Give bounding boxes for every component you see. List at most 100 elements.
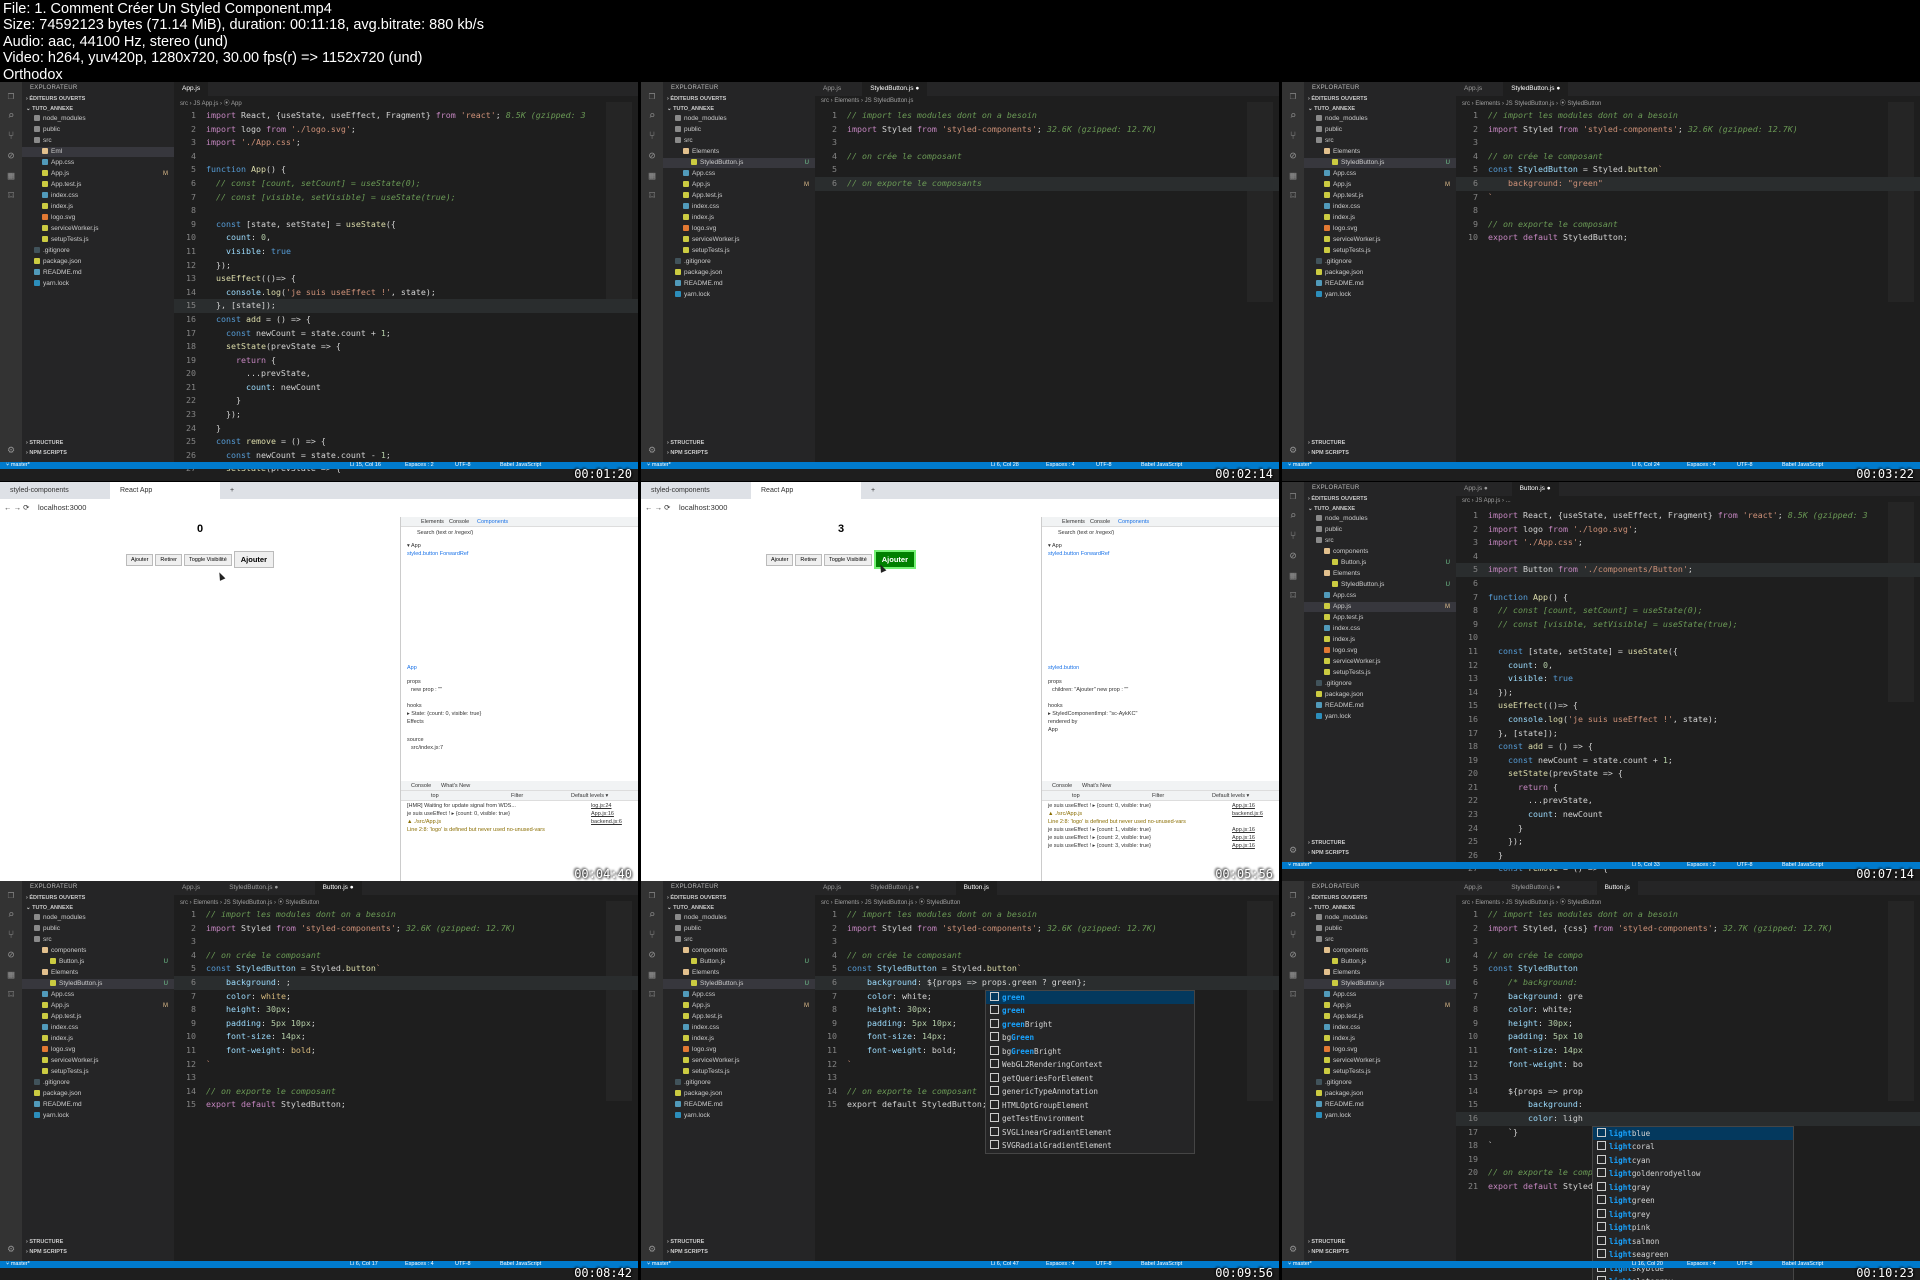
debug-icon[interactable]: ⊘: [1287, 150, 1299, 162]
open-editors-section[interactable]: › ÉDITEURS OUVERTS: [1308, 496, 1367, 502]
autocomplete-item[interactable]: bgGreenBright: [986, 1045, 1194, 1059]
file-tree-item[interactable]: public: [1304, 125, 1456, 135]
indentation[interactable]: Espaces : 4: [1687, 462, 1716, 469]
file-tree-item[interactable]: logo.svg: [1304, 1045, 1456, 1055]
console-filter[interactable]: Filter: [511, 793, 523, 799]
console-levels[interactable]: Default levels ▾: [571, 793, 608, 799]
file-tree-item[interactable]: src: [663, 136, 815, 146]
styled-add-button[interactable]: Ajouter: [233, 551, 274, 568]
source-control-icon[interactable]: ⑂: [5, 929, 17, 941]
autocomplete-item[interactable]: bgGreen: [986, 1031, 1194, 1045]
bookmark-icon[interactable]: ⌑: [1287, 190, 1299, 202]
editor-tab[interactable]: Button.js: [955, 881, 997, 895]
editor-tab[interactable]: App.js: [174, 82, 209, 96]
encoding[interactable]: UTF-8: [1096, 462, 1112, 469]
autocomplete-item[interactable]: lightgray: [1593, 1181, 1793, 1195]
open-editors-section[interactable]: › ÉDITEURS OUVERTS: [1308, 96, 1367, 102]
browser-tab[interactable]: styled-components: [0, 482, 110, 499]
editor-tab[interactable]: StyledButton.js ●: [862, 82, 928, 96]
file-tree-item[interactable]: .gitignore: [1304, 257, 1456, 267]
autocomplete-item[interactable]: lightslategray: [1593, 1275, 1793, 1280]
file-tree-item[interactable]: node_modules: [22, 913, 174, 923]
code-editor[interactable]: App.js StyledButton.js ● src › Elements › …: [1456, 82, 1920, 462]
autocomplete-item[interactable]: genericTypeAnnotation: [986, 1085, 1194, 1099]
settings-gear-icon[interactable]: ⚙: [1287, 844, 1299, 856]
editor-tab[interactable]: App.js: [1456, 82, 1490, 96]
file-tree-item[interactable]: package.json: [1304, 1089, 1456, 1099]
file-tree-item[interactable]: index.js: [22, 202, 174, 212]
editor-tab[interactable]: StyledButton.js ●: [1503, 82, 1569, 96]
indentation[interactable]: Espaces : 4: [405, 1261, 434, 1268]
file-tree-item[interactable]: StyledButton.js U: [663, 979, 815, 989]
project-section[interactable]: ⌄ TUTO_ANNEXE: [1308, 506, 1355, 512]
file-tree-item[interactable]: components: [22, 946, 174, 956]
explorer-icon[interactable]: ❐: [1287, 889, 1299, 901]
file-tree-item[interactable]: index.css: [22, 1023, 174, 1033]
autocomplete-item[interactable]: green: [986, 1004, 1194, 1018]
file-tree-item[interactable]: App.test.js: [1304, 613, 1456, 623]
console-log-source[interactable]: log.js:24: [591, 803, 612, 809]
file-tree-item[interactable]: App.js M: [22, 169, 174, 179]
file-tree-item[interactable]: index.js: [22, 1034, 174, 1044]
settings-gear-icon[interactable]: ⚙: [1287, 444, 1299, 456]
file-tree-item[interactable]: public: [1304, 924, 1456, 934]
file-tree-item[interactable]: public: [663, 125, 815, 135]
file-tree-item[interactable]: setupTests.js: [1304, 246, 1456, 256]
code-editor[interactable]: App.js StyledButton.js ● Button.js ● src › …: [174, 881, 638, 1261]
console-context[interactable]: top: [1072, 793, 1080, 799]
file-tree-item[interactable]: StyledButton.js U: [1304, 979, 1456, 989]
file-tree-item[interactable]: App.js M: [663, 1001, 815, 1011]
source-control-icon[interactable]: ⑂: [1287, 530, 1299, 542]
npm-scripts-section[interactable]: › NPM SCRIPTS: [1308, 1249, 1349, 1255]
autocomplete-item[interactable]: SVGRadialGradientElement: [986, 1139, 1194, 1153]
file-tree-item[interactable]: Button.js U: [1304, 957, 1456, 967]
file-tree-item[interactable]: index.css: [22, 191, 174, 201]
debug-icon[interactable]: ⊘: [5, 150, 17, 162]
indentation[interactable]: Espaces : 2: [405, 462, 434, 469]
file-tree-item[interactable]: App.css: [22, 990, 174, 1000]
encoding[interactable]: UTF-8: [1737, 862, 1753, 869]
file-tree-item[interactable]: setupTests.js: [1304, 668, 1456, 678]
file-tree-item[interactable]: setupTests.js: [22, 235, 174, 245]
file-tree-item[interactable]: .gitignore: [22, 1078, 174, 1088]
encoding[interactable]: UTF-8: [1737, 462, 1753, 469]
component-search[interactable]: Search (text or /regex/): [417, 530, 473, 536]
file-tree-item[interactable]: README.md: [22, 268, 174, 278]
extensions-icon[interactable]: ▦: [1287, 570, 1299, 582]
file-tree-item[interactable]: Button.js U: [22, 957, 174, 967]
source-control-icon[interactable]: ⑂: [646, 130, 658, 142]
component-tree-item[interactable]: ▾ App: [407, 543, 421, 549]
search-icon[interactable]: ⌕: [1287, 510, 1299, 522]
language-mode[interactable]: Babel JavaScript: [500, 462, 541, 469]
file-tree-item[interactable]: serviceWorker.js: [663, 1056, 815, 1066]
debug-icon[interactable]: ⊘: [5, 949, 17, 961]
source-control-icon[interactable]: ⑂: [1287, 929, 1299, 941]
autocomplete-item[interactable]: lightgoldenrodyellow: [1593, 1167, 1793, 1181]
file-tree-item[interactable]: Eml: [22, 147, 174, 157]
url-field[interactable]: localhost:3000: [38, 503, 86, 512]
file-tree-item[interactable]: README.md: [1304, 279, 1456, 289]
file-tree-item[interactable]: index.css: [1304, 202, 1456, 212]
file-tree-item[interactable]: serviceWorker.js: [22, 224, 174, 234]
devtools-tab[interactable]: Elements: [421, 519, 444, 525]
encoding[interactable]: UTF-8: [1737, 1261, 1753, 1268]
file-tree-item[interactable]: Elements: [1304, 569, 1456, 579]
browser-tab[interactable]: React App: [751, 482, 861, 499]
code-editor[interactable]: App.js StyledButton.js ● Button.js src › El…: [1456, 881, 1920, 1280]
file-tree-item[interactable]: package.json: [22, 257, 174, 267]
npm-scripts-section[interactable]: › NPM SCRIPTS: [1308, 450, 1349, 456]
page-button[interactable]: Retirer: [155, 553, 182, 566]
outline-section[interactable]: › STRUCTURE: [26, 1239, 63, 1245]
extensions-icon[interactable]: ▦: [5, 969, 17, 981]
cursor-position[interactable]: Li 6, Col 28: [991, 462, 1019, 469]
file-tree-item[interactable]: src: [663, 935, 815, 945]
file-tree-item[interactable]: Elements: [22, 968, 174, 978]
editor-tab[interactable]: StyledButton.js ●: [862, 881, 927, 895]
file-tree-item[interactable]: package.json: [663, 1089, 815, 1099]
open-editors-section[interactable]: › ÉDITEURS OUVERTS: [667, 895, 726, 901]
file-tree-item[interactable]: StyledButton.js U: [663, 158, 815, 168]
file-tree-item[interactable]: package.json: [22, 1089, 174, 1099]
file-tree-item[interactable]: src: [1304, 536, 1456, 546]
file-tree-item[interactable]: serviceWorker.js: [1304, 1056, 1456, 1066]
file-tree-item[interactable]: node_modules: [1304, 913, 1456, 923]
